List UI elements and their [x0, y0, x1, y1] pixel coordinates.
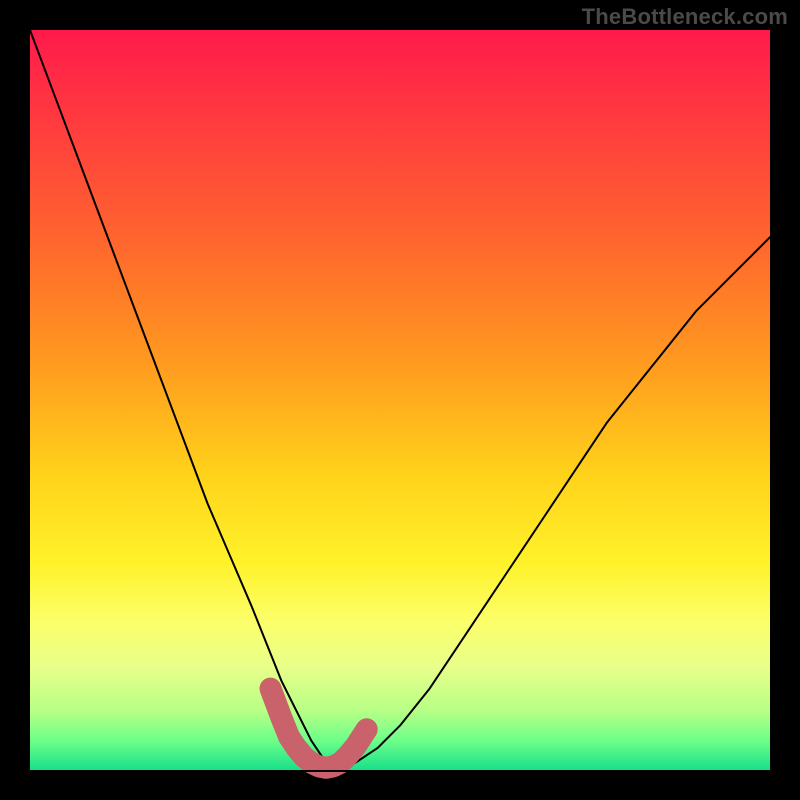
chart-stage: TheBottleneck.com [0, 0, 800, 800]
plot-background [30, 30, 770, 770]
bottleneck-chart [0, 0, 800, 800]
watermark-text: TheBottleneck.com [582, 4, 788, 30]
optimal-range-dot [267, 693, 281, 707]
